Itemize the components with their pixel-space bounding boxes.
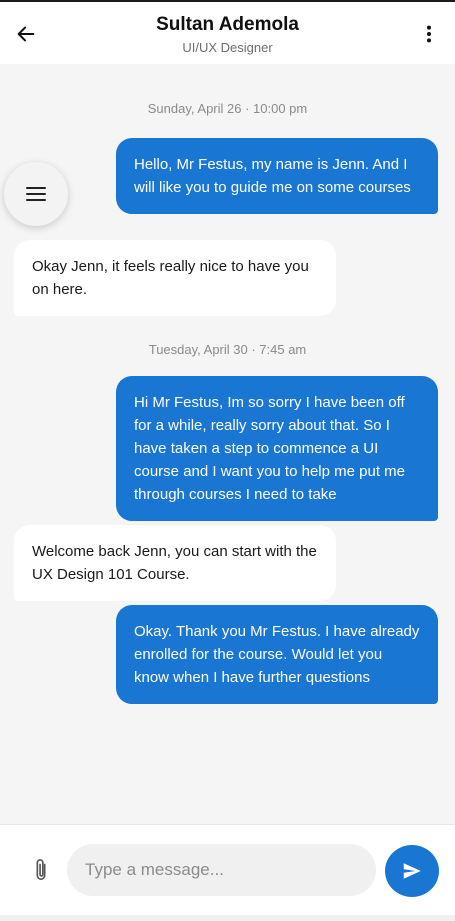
incoming-message[interactable]: Okay Jenn, it feels really nice to have … [14,240,336,316]
contact-role: UI/UX Designer [182,40,273,55]
date-divider: Sunday, April 26 · 10:00 pm [147,101,308,116]
attach-button[interactable] [26,855,56,885]
outgoing-message[interactable]: Hello, Mr Festus, my name is Jenn. And I… [116,138,438,214]
menu-button[interactable] [4,162,68,226]
message-composer [0,824,455,921]
chat-header: Sultan Ademola UI/UX Designer [0,0,455,64]
menu-icon [26,187,46,201]
incoming-message[interactable]: Welcome back Jenn, you can start with th… [14,525,336,601]
outgoing-message[interactable]: Okay. Thank you Mr Festus. I have alread… [116,605,438,704]
send-icon [403,863,421,879]
bottom-bar [0,915,455,921]
message-list: Sunday, April 26 · 10:00 pm Hello, Mr Fe… [0,64,455,824]
paperclip-icon [36,859,46,880]
contact-name: Sultan Ademola [156,14,299,35]
date-divider: Tuesday, April 30 · 7:45 am [148,342,307,357]
outgoing-message[interactable]: Hi Mr Festus, Im so sorry I have been of… [116,376,438,521]
chat-screen: Sultan Ademola UI/UX Designer Sunday, Ap… [0,0,455,921]
more-options-button[interactable] [415,20,443,48]
message-input-wrapper [67,844,376,896]
message-input[interactable] [67,844,376,896]
more-vertical-icon [426,25,432,43]
send-button[interactable] [385,845,439,897]
